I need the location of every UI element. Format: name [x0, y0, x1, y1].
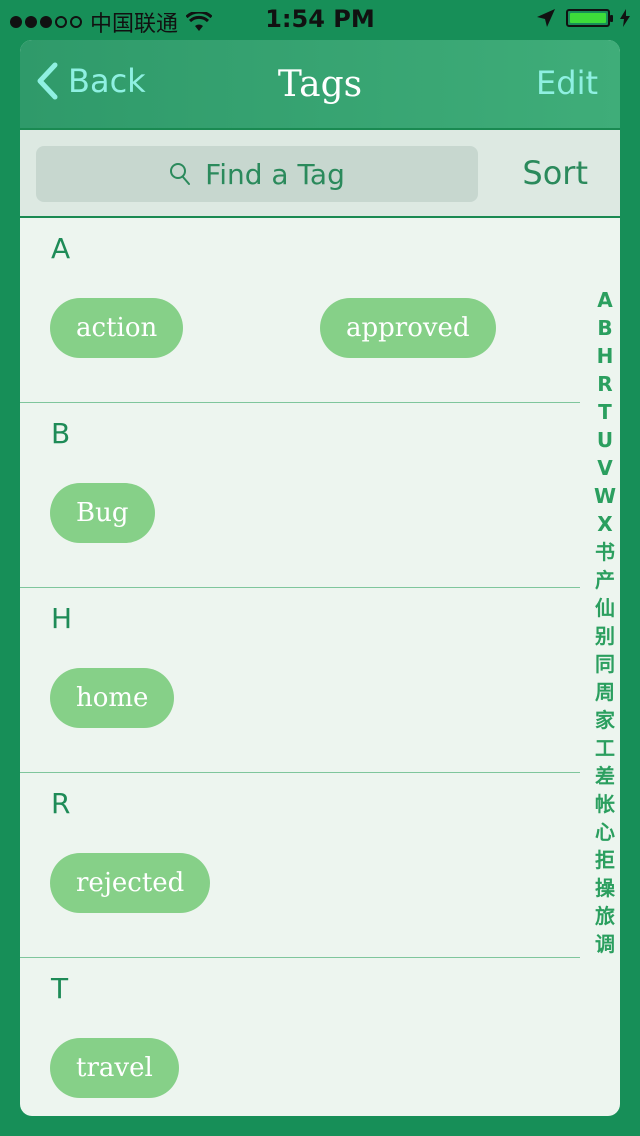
- section-header: B: [51, 417, 71, 450]
- index-letter[interactable]: 别: [595, 622, 615, 650]
- tag-chip[interactable]: home: [50, 668, 175, 728]
- tag-chip[interactable]: travel: [50, 1038, 179, 1098]
- index-letter[interactable]: H: [597, 342, 614, 370]
- index-letter[interactable]: 旅: [595, 902, 615, 930]
- page-title: Tags: [277, 64, 363, 105]
- section-a: A action approved: [20, 218, 580, 403]
- section-r: R rejected: [20, 773, 580, 958]
- index-letter[interactable]: 拒: [595, 846, 615, 874]
- index-letter[interactable]: 心: [595, 818, 615, 846]
- section-header: T: [51, 972, 69, 1005]
- battery-icon: [566, 9, 613, 27]
- search-placeholder: Find a Tag: [205, 157, 345, 191]
- section-header: A: [51, 232, 71, 265]
- index-letter[interactable]: R: [597, 370, 612, 398]
- charging-bolt-icon: [620, 9, 630, 27]
- index-letter[interactable]: 产: [595, 566, 615, 594]
- index-letter[interactable]: V: [597, 454, 612, 482]
- index-letter[interactable]: 仙: [595, 594, 615, 622]
- index-letter[interactable]: X: [597, 510, 612, 538]
- index-letter[interactable]: 调: [595, 930, 615, 958]
- index-letter[interactable]: 同: [595, 650, 615, 678]
- tag-chip[interactable]: rejected: [50, 853, 211, 913]
- tag-chip[interactable]: action: [50, 298, 184, 358]
- index-letter[interactable]: 周: [595, 678, 615, 706]
- index-letter[interactable]: U: [597, 426, 613, 454]
- section-index-bar[interactable]: ABHRTUVWX书产仙别同周家工差帐心拒操旅调: [592, 286, 618, 958]
- index-letter[interactable]: A: [597, 286, 612, 314]
- section-h: H home: [20, 588, 580, 773]
- index-letter[interactable]: 差: [595, 762, 615, 790]
- tags-screen: Back Tags Edit Find a Tag Sort A action …: [20, 40, 620, 1116]
- edit-button[interactable]: Edit: [536, 64, 598, 102]
- tag-sections: A action approved B Bug H home R rejecte…: [20, 218, 580, 1116]
- status-right: [536, 8, 630, 28]
- index-letter[interactable]: B: [597, 314, 612, 342]
- index-letter[interactable]: 操: [595, 874, 615, 902]
- index-letter[interactable]: W: [594, 482, 616, 510]
- location-arrow-icon: [537, 9, 555, 27]
- section-t: T travel: [20, 958, 580, 1116]
- tag-chip[interactable]: Bug: [50, 483, 155, 543]
- section-header: H: [51, 602, 73, 635]
- search-icon: [170, 163, 191, 185]
- index-letter[interactable]: 帐: [595, 790, 615, 818]
- search-bar: Find a Tag Sort: [20, 130, 620, 218]
- index-letter[interactable]: 工: [595, 734, 615, 762]
- index-letter[interactable]: 家: [595, 706, 615, 734]
- tag-chip[interactable]: approved: [320, 298, 496, 358]
- section-b: B Bug: [20, 403, 580, 588]
- search-input[interactable]: Find a Tag: [36, 146, 478, 202]
- index-letter[interactable]: T: [598, 398, 612, 426]
- index-letter[interactable]: 书: [595, 538, 615, 566]
- navigation-bar: Back Tags Edit: [20, 40, 620, 130]
- status-bar: 中国联通 1:54 PM: [0, 0, 640, 40]
- section-header: R: [51, 787, 71, 820]
- sort-button[interactable]: Sort: [522, 154, 588, 192]
